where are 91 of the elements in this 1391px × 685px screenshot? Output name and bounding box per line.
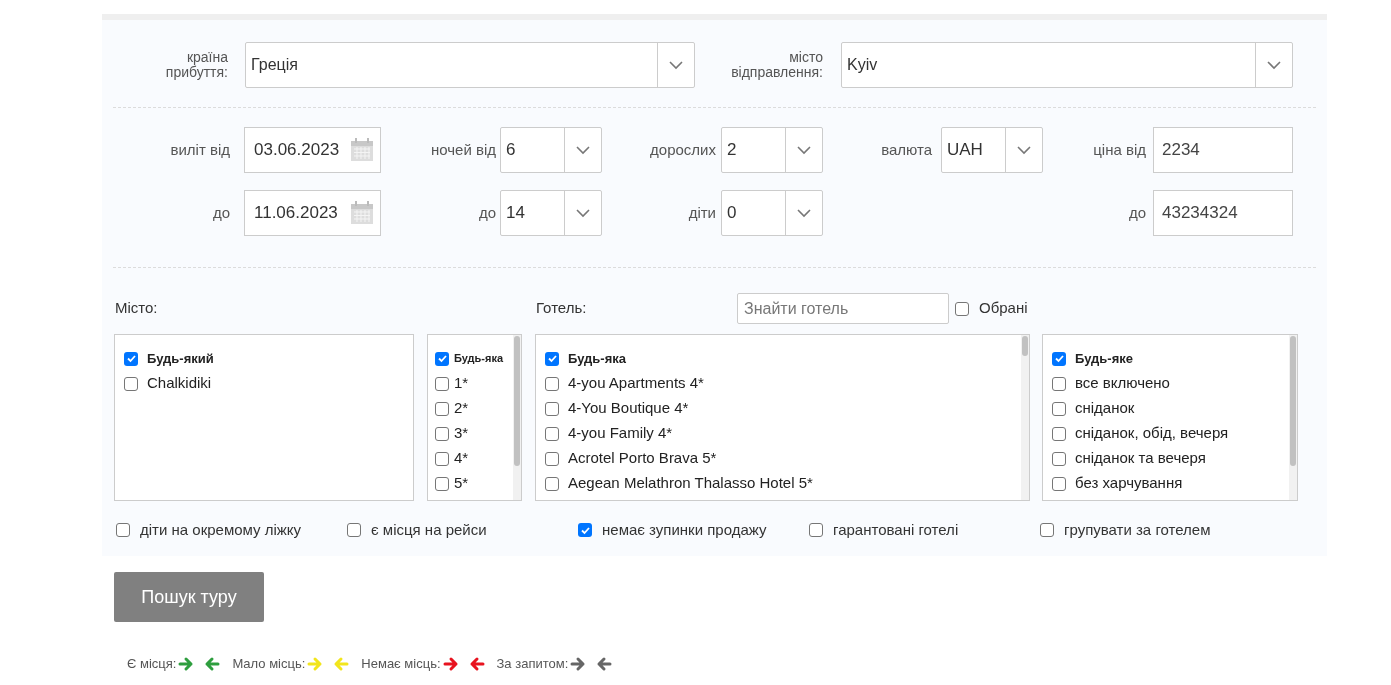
checkbox[interactable] bbox=[116, 523, 130, 538]
checkbox[interactable] bbox=[435, 451, 449, 466]
checkbox[interactable] bbox=[1052, 451, 1066, 466]
dropdown[interactable]: Греція bbox=[245, 42, 695, 88]
legend-label: Є місця: bbox=[127, 655, 177, 673]
checkbox-label: сніданок, обід, вечеря bbox=[1075, 423, 1229, 444]
dropdown[interactable]: 2 bbox=[721, 127, 823, 173]
field-label: діти bbox=[687, 202, 716, 223]
checkbox-label: 4* bbox=[454, 448, 469, 469]
field-label: до bbox=[211, 202, 230, 223]
checkbox-label: Обрані bbox=[979, 298, 1028, 319]
field-label: країна прибуття: bbox=[164, 50, 228, 80]
checkbox-label: Будь-яка bbox=[454, 351, 504, 367]
checkbox-label: 4-You Boutique 4* bbox=[568, 398, 689, 419]
calendar-icon bbox=[350, 201, 374, 225]
dropdown[interactable]: 0 bbox=[721, 190, 823, 236]
checkbox[interactable] bbox=[809, 523, 823, 538]
checkbox-label: Будь-який bbox=[147, 349, 214, 368]
checkbox[interactable] bbox=[578, 523, 592, 538]
field-label: ціна від bbox=[1092, 139, 1146, 160]
check-icon bbox=[436, 353, 448, 364]
dropdown[interactable]: UAH bbox=[941, 127, 1043, 173]
check-icon bbox=[546, 353, 558, 364]
checkbox[interactable] bbox=[545, 426, 559, 441]
scrollbar[interactable] bbox=[513, 335, 521, 500]
checkbox[interactable] bbox=[435, 476, 449, 491]
checkbox[interactable] bbox=[347, 523, 361, 538]
checkbox[interactable] bbox=[1040, 523, 1054, 538]
checkbox[interactable] bbox=[1052, 476, 1066, 491]
section-title: Готель: bbox=[536, 298, 588, 319]
scrollbar[interactable] bbox=[1289, 335, 1297, 500]
checkbox-label: сніданок та вечеря bbox=[1075, 448, 1206, 469]
date-field[interactable]: 11.06.2023 bbox=[244, 190, 381, 236]
checkbox[interactable] bbox=[124, 351, 138, 366]
field-label: місто відправлення: bbox=[730, 50, 823, 80]
checkbox[interactable] bbox=[545, 351, 559, 366]
checkbox[interactable] bbox=[1052, 426, 1066, 441]
checkbox-label: гарантовані готелі bbox=[833, 520, 959, 540]
checkbox[interactable] bbox=[955, 301, 969, 316]
scrollbar[interactable] bbox=[1021, 335, 1029, 500]
field-label: до bbox=[1127, 202, 1146, 223]
checkbox[interactable] bbox=[124, 376, 138, 391]
search-field[interactable]: Знайти готель bbox=[737, 293, 949, 324]
checkbox-label: немає зупинки продажу bbox=[602, 520, 767, 540]
date-field[interactable]: 03.06.2023 bbox=[244, 127, 381, 173]
checkbox-label: 5* bbox=[454, 473, 469, 494]
checkbox-label: 1* bbox=[454, 373, 469, 394]
check-icon bbox=[125, 353, 137, 364]
checkbox-label: Chalkidiki bbox=[147, 373, 212, 394]
checkbox-label: групувати за готелем bbox=[1064, 520, 1211, 540]
checkbox[interactable] bbox=[1052, 401, 1066, 416]
checkbox[interactable] bbox=[545, 451, 559, 466]
field-label: до bbox=[477, 202, 496, 223]
checkbox-label: Aegean Melathron Thalasso Hotel 5* bbox=[568, 473, 813, 494]
checkbox-label: Будь-яка bbox=[568, 349, 626, 368]
checkbox-label: діти на окремому ліжку bbox=[140, 520, 302, 540]
checkbox[interactable] bbox=[435, 401, 449, 416]
checkbox[interactable] bbox=[545, 376, 559, 391]
checkbox-label: є місця на рейси bbox=[371, 520, 487, 540]
checkbox-label: все включено bbox=[1075, 373, 1170, 394]
dropdown[interactable]: 6 bbox=[500, 127, 602, 173]
checkbox[interactable] bbox=[1052, 351, 1066, 366]
section-title: Місто: bbox=[115, 298, 159, 319]
checkbox[interactable] bbox=[435, 351, 449, 366]
field-label: ночей від bbox=[429, 139, 496, 160]
legend-label: Немає місць: bbox=[361, 655, 441, 673]
field-label: виліт від bbox=[169, 139, 230, 160]
checkbox[interactable] bbox=[545, 476, 559, 491]
checkbox[interactable] bbox=[435, 426, 449, 441]
checkbox-label: 4-you Apartments 4* bbox=[568, 373, 704, 394]
check-icon bbox=[1053, 353, 1065, 364]
dropdown[interactable]: 14 bbox=[500, 190, 602, 236]
field-label: дорослих bbox=[649, 139, 716, 160]
checkbox[interactable] bbox=[435, 376, 449, 391]
input-field[interactable]: 43234324 bbox=[1153, 190, 1293, 236]
checkbox[interactable] bbox=[545, 401, 559, 416]
legend-label: Мало місць: bbox=[232, 655, 306, 673]
checkbox-label: 3* bbox=[454, 423, 469, 444]
calendar-icon bbox=[350, 138, 374, 162]
field-label: валюта bbox=[880, 139, 932, 160]
checkbox-label: Будь-яке bbox=[1075, 349, 1133, 368]
search-button[interactable]: Пошук туру bbox=[114, 572, 264, 622]
checkbox-label: без харчування bbox=[1075, 473, 1183, 494]
checkbox-label: сніданок bbox=[1075, 398, 1135, 419]
legend-label: За запитом: bbox=[496, 655, 569, 673]
checkbox-label: 4-you Family 4* bbox=[568, 423, 673, 444]
checkbox-label: 2* bbox=[454, 398, 469, 419]
input-field[interactable]: 2234 bbox=[1153, 127, 1293, 173]
dropdown[interactable]: Kyiv bbox=[841, 42, 1293, 88]
checkbox[interactable] bbox=[1052, 376, 1066, 391]
checkbox-label: Acrotel Porto Brava 5* bbox=[568, 448, 717, 469]
